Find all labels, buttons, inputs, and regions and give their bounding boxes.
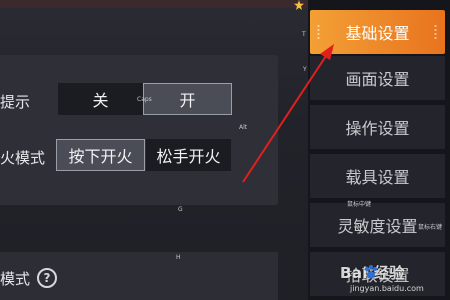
press-fire-option[interactable]: 按下开火	[56, 139, 145, 171]
sidebar-item-label: 画面设置	[345, 70, 410, 89]
fire-mode-row-label: 火模式	[0, 149, 46, 167]
key-hint-alt: Alt	[239, 124, 248, 131]
hint-row-label: 提示	[0, 93, 31, 111]
sidebar-item-controls[interactable]: 操作设置	[310, 105, 445, 149]
mode-row-label: 模式	[0, 270, 31, 288]
top-strip	[0, 0, 308, 8]
drag-dots-icon	[317, 24, 320, 40]
key-hint-caps: Caps	[137, 96, 152, 103]
key-hint-h: H	[176, 254, 181, 261]
key-hint-mouse-middle: 鼠标中键	[347, 201, 372, 208]
release-fire-option[interactable]: 松手开火	[146, 139, 231, 171]
key-hint-mouse-right: 鼠标右键	[418, 224, 443, 231]
sidebar-item-graphics[interactable]: 画面设置	[310, 56, 445, 100]
sidebar-item-label: 操作设置	[345, 119, 410, 138]
key-hint-g: G	[178, 206, 183, 213]
sidebar-item-label: 基础设置	[345, 24, 410, 43]
sidebar-item-basic[interactable]: 基础设置	[310, 10, 445, 54]
key-hint-y: Y	[303, 66, 307, 73]
hint-on-toggle[interactable]: 开	[143, 83, 232, 115]
watermark-url: jingyan.baidu.com	[350, 284, 424, 293]
help-icon[interactable]: ?	[37, 268, 57, 288]
sidebar-item-label: 灵敏度设置	[337, 217, 418, 236]
drag-dots-icon	[434, 24, 437, 40]
settings-panel: 提示 关 开 火模式 按下开火 松手开火	[0, 55, 278, 205]
star-icon	[294, 0, 304, 10]
paw-icon	[365, 265, 377, 279]
sidebar-item-label: 载具设置	[345, 168, 410, 187]
sidebar-item-vehicle[interactable]: 载具设置	[310, 154, 445, 198]
key-hint-t: T	[302, 31, 306, 38]
hint-off-toggle[interactable]: 关	[58, 83, 143, 115]
